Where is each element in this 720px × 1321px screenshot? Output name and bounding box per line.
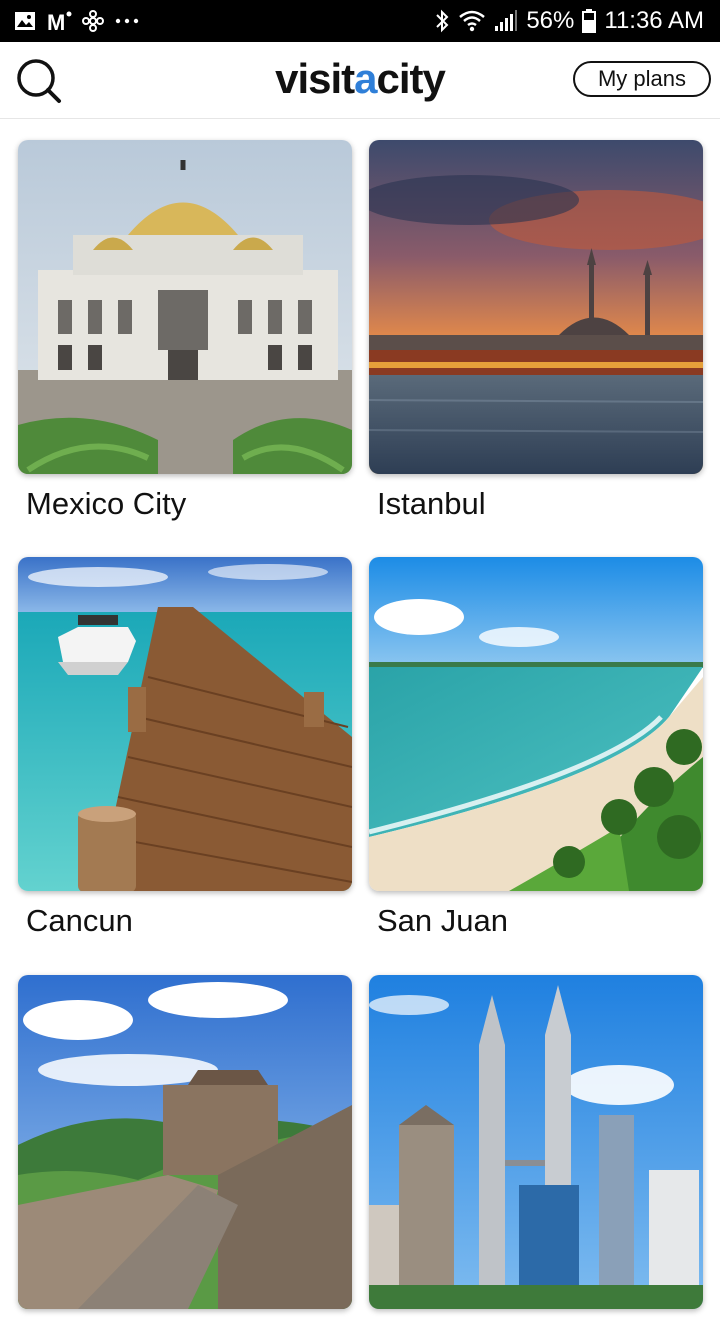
city-name: Cancun (26, 903, 133, 938)
city-card-cancun[interactable]: Cancun (18, 557, 352, 939)
status-bar-left: M (0, 10, 140, 32)
battery-percent: 56% (526, 7, 575, 34)
city-card-mexico-city[interactable]: Mexico City (18, 140, 352, 522)
more-dots-icon (114, 16, 140, 26)
city-name: Istanbul (377, 486, 486, 521)
wifi-icon (458, 9, 486, 33)
clock-time: 11:36 AM (604, 7, 704, 34)
city-card-great-wall[interactable] (18, 975, 352, 1321)
status-bar: M 56% 11:36 AM (0, 0, 720, 42)
city-name: San Juan (377, 903, 508, 938)
city-card-skyline[interactable] (369, 975, 703, 1321)
gmail-icon: M (46, 10, 72, 32)
city-image-mexico-city (18, 140, 352, 474)
status-bar-right: 56% 11:36 AM (434, 0, 704, 42)
app-header: visitacity My plans (0, 42, 720, 119)
image-icon (14, 11, 36, 31)
city-image-great-wall (18, 975, 352, 1309)
my-plans-button[interactable]: My plans (573, 61, 711, 97)
battery-icon (582, 9, 597, 33)
logo-accent: a (354, 55, 377, 102)
city-image-cancun (18, 557, 352, 891)
fan-icon (82, 10, 104, 32)
bluetooth-icon (434, 9, 450, 33)
signal-icon (494, 9, 518, 33)
city-card-istanbul[interactable]: Istanbul (369, 140, 703, 522)
logo-prefix: visit (275, 55, 355, 102)
city-image-skyline (369, 975, 703, 1309)
city-image-istanbul (369, 140, 703, 474)
logo-suffix: city (376, 55, 446, 102)
city-image-san-juan (369, 557, 703, 891)
svg-text:M: M (47, 10, 65, 32)
city-card-san-juan[interactable]: San Juan (369, 557, 703, 939)
city-name: Mexico City (26, 486, 187, 521)
